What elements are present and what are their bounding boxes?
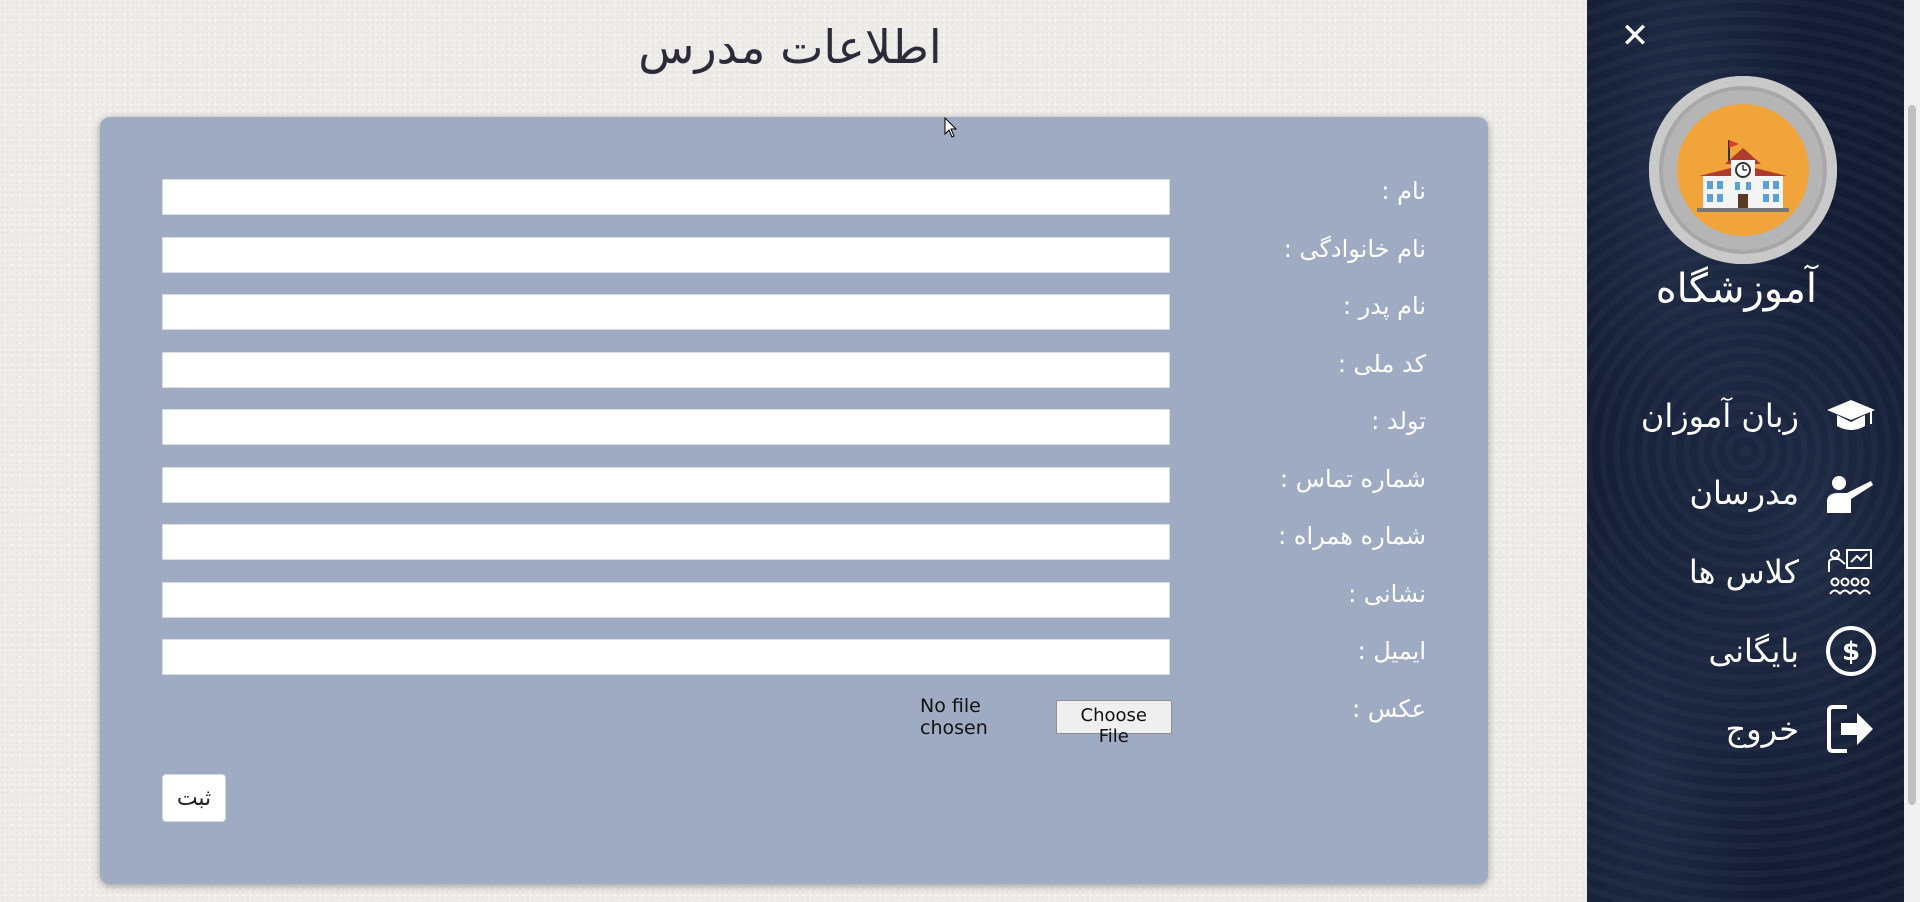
email-label: ایمیل : — [1357, 637, 1426, 665]
teacher-form: نام : نام خانوادگی : نام پدر : کد ملی : … — [100, 117, 1488, 884]
national-code-input[interactable] — [162, 352, 1170, 388]
mouse-cursor-icon — [944, 117, 958, 138]
last-name-input[interactable] — [162, 237, 1170, 273]
choose-file-button[interactable]: Choose File — [1055, 700, 1172, 747]
nav-item-classes[interactable]: کلاس ها — [1617, 543, 1877, 601]
first-name-input[interactable] — [162, 179, 1170, 215]
last-name-label: نام خانوادگی : — [1283, 235, 1426, 263]
close-icon[interactable]: ✕ — [1619, 19, 1651, 53]
nav-label-students: زبان آموزان — [1640, 397, 1799, 435]
mobile-input[interactable] — [162, 524, 1170, 560]
nav-item-logout[interactable]: خروج — [1617, 700, 1877, 758]
dollar-circle-icon: $ — [1825, 625, 1877, 677]
national-code-label: کد ملی : — [1337, 350, 1426, 378]
classroom-icon — [1825, 546, 1877, 598]
address-input[interactable] — [162, 582, 1170, 618]
nav-item-archive[interactable]: بایگانی $ — [1617, 622, 1877, 680]
photo-label: عکس : — [1352, 695, 1426, 723]
school-building-icon — [1677, 104, 1809, 236]
first-name-label: نام : — [1381, 177, 1426, 205]
graduation-cap-icon — [1825, 390, 1877, 442]
father-name-label: نام پدر : — [1342, 292, 1426, 320]
school-logo — [1649, 76, 1837, 264]
sidebar: ✕ آموزشگاه زبان آموزان مدرسان کلاس ها با… — [1587, 0, 1904, 902]
nav-label-archive: بایگانی — [1708, 632, 1799, 670]
birth-date-label: تولد : — [1371, 407, 1426, 435]
address-label: نشانی : — [1348, 580, 1426, 608]
father-name-input[interactable] — [162, 294, 1170, 330]
page-title: اطلاعات مدرس — [638, 20, 942, 74]
brand-name: آموزشگاه — [1655, 266, 1817, 312]
submit-button[interactable]: ثبت — [162, 774, 226, 822]
nav-item-teachers[interactable]: مدرسان — [1617, 464, 1877, 522]
photo-file-picker: No file chosen Choose File — [920, 695, 1172, 747]
page-scrollbar[interactable] — [1904, 0, 1920, 902]
nav-item-students[interactable]: زبان آموزان — [1617, 387, 1877, 445]
svg-text:$: $ — [1842, 637, 1860, 667]
nav-label-teachers: مدرسان — [1689, 474, 1799, 512]
nav-label-classes: کلاس ها — [1688, 553, 1799, 591]
mobile-label: شماره همراه : — [1278, 522, 1426, 550]
phone-label: شماره تماس : — [1280, 465, 1426, 493]
sign-out-icon — [1825, 703, 1877, 755]
no-file-text: No file chosen — [920, 695, 988, 739]
scrollbar-thumb[interactable] — [1908, 105, 1916, 805]
nav-label-logout: خروج — [1725, 710, 1799, 748]
phone-input[interactable] — [162, 467, 1170, 503]
email-input[interactable] — [162, 639, 1170, 675]
teacher-icon — [1825, 467, 1877, 519]
birth-date-input[interactable] — [162, 409, 1170, 445]
